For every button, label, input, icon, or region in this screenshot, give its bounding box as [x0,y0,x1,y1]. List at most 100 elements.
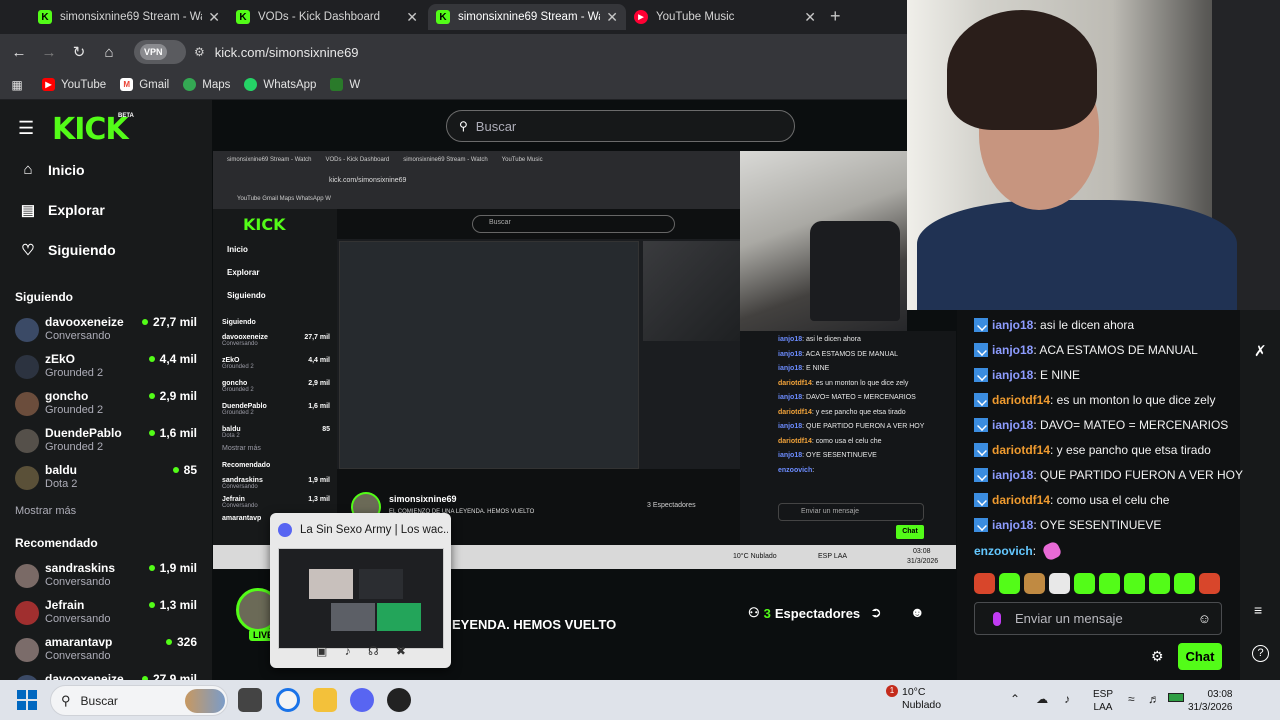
discord-taskbar-preview[interactable]: La Sin Sexo Army | Los wac... ▣ ♪ ☊ ✖ [270,513,451,668]
site-info-icon[interactable]: ⚙ [194,45,205,59]
chat-username[interactable]: dariotdf14 [992,443,1050,457]
channel-item[interactable]: zEkO Grounded 2 4,4 mil [15,352,205,388]
onedrive-icon[interactable]: ☁ [1036,692,1048,706]
chat-username[interactable]: ianjo18 [992,418,1033,432]
channel-name: zEkO [45,352,76,366]
close-tab-icon[interactable]: ✕ [406,9,418,26]
menu-icon[interactable]: ☰ [18,118,34,139]
chat-username[interactable]: ianjo18 [992,318,1033,332]
emote[interactable] [1174,573,1195,594]
nav-explorar[interactable]: ▤ Explorar [18,201,105,219]
browser-tab[interactable]: Ksimonsixnine69 Stream - Watch ✕ [30,4,228,30]
discord-app-icon[interactable] [350,688,374,712]
clock[interactable]: 03:08 31/3/2026 [1188,688,1233,714]
microphone-icon[interactable] [993,611,1001,626]
new-tab-button[interactable]: + [830,6,841,27]
emote[interactable] [1049,573,1070,594]
nav-siguiendo[interactable]: ♡ Siguiendo [18,241,116,259]
chat-input[interactable]: Enviar un mensaje ☺ [974,602,1222,635]
chrome-icon[interactable] [276,688,300,712]
bookmark-maps[interactable]: Maps [183,78,230,91]
emote[interactable] [1149,573,1170,594]
address-bar[interactable]: kick.com/simonsixnine69 [215,45,359,60]
search-input[interactable]: ⚲ Buscar [446,110,795,142]
obs-icon[interactable] [387,688,411,712]
apps-grid-icon[interactable]: ▦ [6,74,28,96]
emote[interactable] [1074,573,1095,594]
file-explorer-icon[interactable] [313,688,337,712]
bookmark-gmail[interactable]: M Gmail [120,78,169,91]
emote[interactable] [999,573,1020,594]
reload-button[interactable]: ↻ [68,41,90,63]
nav-label: Siguiendo [48,242,116,258]
vpn-toggle[interactable]: VPN [134,40,186,64]
share-icon[interactable]: ➲ [870,604,882,621]
kick-logo[interactable]: KICK [52,112,129,147]
emote[interactable] [1024,573,1045,594]
battery-icon[interactable] [1168,693,1184,702]
emote[interactable] [974,573,995,594]
chat-username[interactable]: enzoovich [974,544,1033,558]
nav-inicio[interactable]: ⌂ Inicio [18,161,84,178]
browser-tab[interactable]: ▶ YouTube Music ✕ [626,4,824,30]
nested-channel-category: Grounded 2 [222,387,254,393]
browser-tab[interactable]: K VODs - Kick Dashboard ✕ [228,4,426,30]
chat-username[interactable]: dariotdf14 [992,493,1050,507]
channel-category: Grounded 2 [45,404,104,416]
chat-username[interactable]: ianjo18 [992,343,1033,357]
chat-username[interactable]: ianjo18 [992,518,1033,532]
volume-icon[interactable]: ♬ [1148,692,1160,706]
settings-gear-icon[interactable]: ⚙ [1151,648,1164,665]
heart-icon: ♡ [21,242,35,259]
emote[interactable] [1099,573,1120,594]
home-button[interactable]: ⌂ [98,41,120,63]
discord-window-thumbnail[interactable] [278,548,444,649]
disconnect-icon[interactable]: ✖ [396,644,406,658]
browser-tab[interactable]: Ksimonsixnine69 Stream - Watch ✕ [428,4,626,30]
windows-start-icon[interactable] [17,690,37,710]
camera-icon[interactable]: ▣ [316,644,327,658]
show-more-link[interactable]: Mostrar más [15,505,76,517]
back-button[interactable]: ← [8,41,30,63]
chat-username[interactable]: dariotdf14 [992,393,1050,407]
nested-channel-name: amarantavp [222,515,262,522]
task-view-icon[interactable] [238,688,262,712]
emote[interactable] [1199,573,1220,594]
chat-send-button[interactable]: Chat [1178,643,1222,670]
wifi-icon[interactable]: ≈ [1128,692,1135,706]
language-indicator[interactable]: ESP LAA [1093,688,1113,714]
popout-chat-icon[interactable]: ✗ [1254,342,1267,360]
channel-item[interactable]: goncho Grounded 2 2,9 mil [15,389,205,425]
pink-emote-icon [1041,540,1063,562]
nested-channel-name: goncho [222,380,248,387]
stream-video-player[interactable]: simonsixnine69 Stream - Watch VODs - Kic… [213,151,740,569]
channel-item[interactable]: Jefrain Conversando 1,3 mil [15,598,205,634]
forward-button[interactable]: → [38,41,60,63]
channel-item[interactable]: baldu Dota 2 85 [15,463,205,499]
chevron-up-icon[interactable]: ⌃ [1010,692,1020,706]
channel-item[interactable]: sandraskins Conversando 1,9 mil [15,561,205,597]
nested-chat-message: ianjo18: DAVO= MATEO = MERCENARIOS [778,394,916,401]
follow-user-icon[interactable]: ☻ [910,604,925,620]
headphones-icon[interactable]: ☊ [368,644,379,658]
microphone-tray-icon[interactable]: ♪ [1064,692,1070,706]
emoji-icon[interactable]: ☺ [1198,611,1211,626]
bookmark-youtube[interactable]: ▶ YouTube [42,78,106,91]
emote[interactable] [1124,573,1145,594]
channel-item[interactable]: davooxeneize Conversando 27,7 mil [15,315,205,351]
help-icon[interactable]: ? [1252,645,1269,662]
close-tab-icon[interactable]: ✕ [208,9,220,26]
close-tab-icon[interactable]: ✕ [606,9,618,26]
nested-channel-name: sandraskins [222,477,263,484]
chat-tools-icon[interactable]: ≡ [1254,602,1262,618]
chat-username[interactable]: ianjo18 [992,468,1033,482]
chat-username[interactable]: ianjo18 [992,368,1033,382]
microphone-icon[interactable]: ♪ [345,644,351,658]
nested-channel-name: zEkO [222,357,240,364]
channel-item[interactable]: DuendePablo Grounded 2 1,6 mil [15,426,205,462]
bookmark-w[interactable]: W [330,78,360,91]
taskbar-search[interactable]: ⚲ Buscar [50,685,228,716]
close-tab-icon[interactable]: ✕ [804,9,816,26]
channel-item[interactable]: amarantavp Conversando 326 [15,635,205,671]
bookmark-whatsapp[interactable]: WhatsApp [244,78,316,91]
